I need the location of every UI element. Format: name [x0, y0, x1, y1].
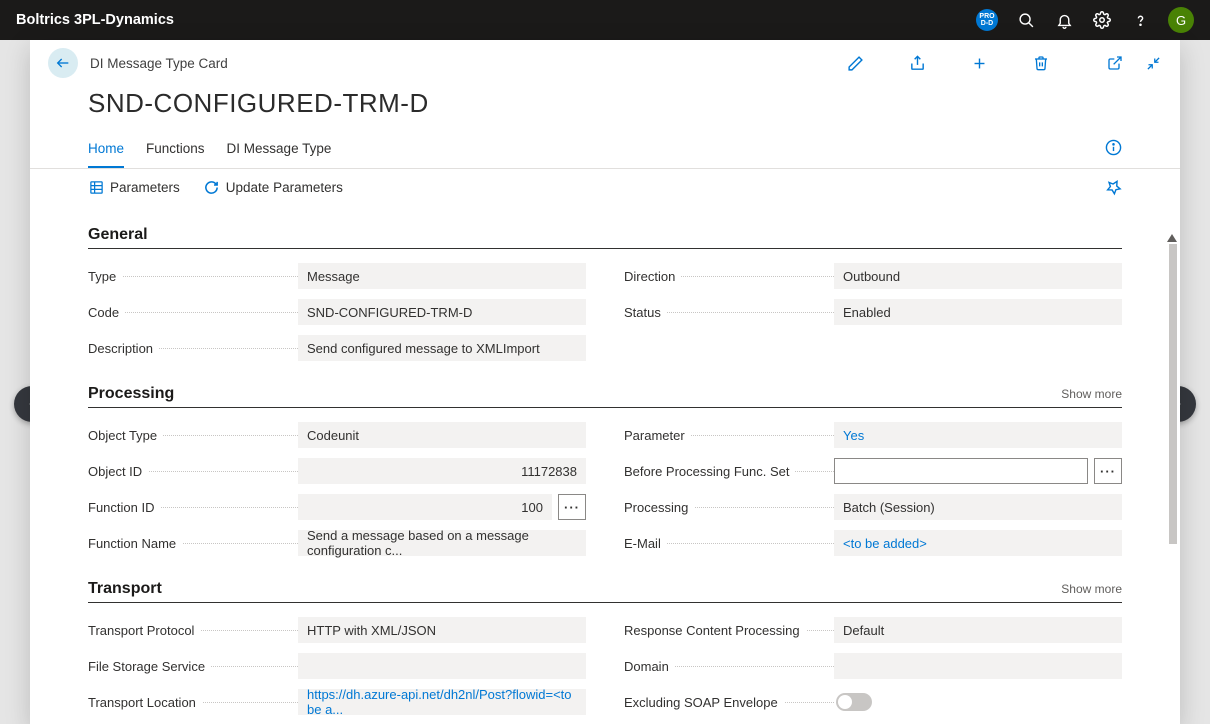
section-transport-header[interactable]: Transport Show more [88, 580, 1122, 603]
value-code[interactable]: SND-CONFIGURED-TRM-D [298, 299, 586, 325]
parameters-action[interactable]: Parameters [88, 180, 180, 196]
card-actions [846, 54, 1050, 72]
value-object-id[interactable]: 11172838 [298, 458, 586, 484]
section-general-fields: TypeMessage CodeSND-CONFIGURED-TRM-D Des… [88, 261, 1122, 363]
label-soap: Excluding SOAP Envelope [624, 695, 834, 710]
update-parameters-label: Update Parameters [226, 180, 343, 195]
tabs: Home Functions DI Message Type [88, 133, 331, 168]
stage: DI Message Type Card [0, 40, 1210, 724]
value-status[interactable]: Enabled [834, 299, 1122, 325]
value-description[interactable]: Send configured message to XMLImport [298, 335, 586, 361]
popout-icon[interactable] [1106, 54, 1124, 72]
label-before-proc: Before Processing Func. Set [624, 464, 834, 479]
refresh-icon [204, 180, 220, 196]
label-email: E-Mail [624, 536, 834, 551]
edit-icon[interactable] [846, 54, 864, 72]
section-processing-title: Processing [88, 385, 174, 403]
header-right-actions [1106, 54, 1162, 72]
value-before-proc[interactable] [834, 458, 1088, 484]
value-file-storage[interactable] [298, 653, 586, 679]
share-icon[interactable] [908, 54, 926, 72]
help-icon[interactable] [1130, 10, 1150, 30]
section-general-title: General [88, 226, 148, 244]
value-type[interactable]: Message [298, 263, 586, 289]
section-processing-header[interactable]: Processing Show more [88, 385, 1122, 408]
avatar[interactable]: G [1168, 7, 1194, 33]
pin-icon[interactable] [1105, 179, 1122, 196]
back-button[interactable] [48, 48, 78, 78]
tab-functions[interactable]: Functions [146, 133, 205, 168]
parameters-icon [88, 180, 104, 196]
pro-badge-line1: PRO [979, 13, 994, 20]
label-processing: Processing [624, 500, 834, 515]
label-transport-protocol: Transport Protocol [88, 623, 298, 638]
value-processing[interactable]: Batch (Session) [834, 494, 1122, 520]
section-transport-title: Transport [88, 580, 162, 598]
value-response-cp[interactable]: Default [834, 617, 1122, 643]
pro-badge-line2: D-D [981, 20, 993, 27]
parameters-label: Parameters [110, 180, 180, 195]
vertical-scrollbar[interactable] [1164, 40, 1180, 724]
label-transport-location: Transport Location [88, 695, 298, 710]
tabs-row: Home Functions DI Message Type [30, 133, 1180, 169]
action-strip: Parameters Update Parameters [30, 169, 1180, 204]
value-direction[interactable]: Outbound [834, 263, 1122, 289]
before-proc-lookup-button[interactable]: ··· [1094, 458, 1122, 484]
label-domain: Domain [624, 659, 834, 674]
value-function-id[interactable]: 100 [298, 494, 552, 520]
function-id-lookup-button[interactable]: ··· [558, 494, 586, 520]
label-function-id: Function ID [88, 500, 298, 515]
transport-show-more[interactable]: Show more [1061, 582, 1122, 596]
label-object-type: Object Type [88, 428, 298, 443]
label-description: Description [88, 341, 298, 356]
value-email[interactable]: <to be added> [834, 530, 1122, 556]
card-header: DI Message Type Card [30, 40, 1180, 78]
delete-icon[interactable] [1032, 54, 1050, 72]
toggle-soap[interactable] [836, 693, 872, 711]
topbar-right: PRO D-D G [976, 7, 1194, 33]
label-function-name: Function Name [88, 536, 298, 551]
app-title: Boltrics 3PL-Dynamics [16, 12, 174, 28]
scroll-up-arrow-icon[interactable] [1167, 234, 1177, 242]
label-object-id: Object ID [88, 464, 298, 479]
scroll-thumb[interactable] [1169, 244, 1177, 544]
label-direction: Direction [624, 269, 834, 284]
section-general-header[interactable]: General [88, 226, 1122, 249]
label-parameter: Parameter [624, 428, 834, 443]
value-function-name[interactable]: Send a message based on a message config… [298, 530, 586, 556]
value-transport-location[interactable]: https://dh.azure-api.net/dh2nl/Post?flow… [298, 689, 586, 715]
value-domain[interactable] [834, 653, 1122, 679]
value-transport-protocol[interactable]: HTTP with XML/JSON [298, 617, 586, 643]
value-parameter[interactable]: Yes [834, 422, 1122, 448]
top-bar: Boltrics 3PL-Dynamics PRO D-D G [0, 0, 1210, 40]
new-icon[interactable] [970, 54, 988, 72]
update-parameters-action[interactable]: Update Parameters [204, 180, 343, 196]
breadcrumb: DI Message Type Card [90, 56, 228, 71]
label-status: Status [624, 305, 834, 320]
label-type: Type [88, 269, 298, 284]
label-response-cp: Response Content Processing [624, 623, 834, 638]
search-icon[interactable] [1016, 10, 1036, 30]
processing-show-more[interactable]: Show more [1061, 387, 1122, 401]
pro-badge[interactable]: PRO D-D [976, 9, 998, 31]
info-icon[interactable] [1105, 139, 1122, 156]
content-area: General TypeMessage CodeSND-CONFIGURED-T… [30, 204, 1180, 724]
label-file-storage: File Storage Service [88, 659, 298, 674]
tab-home[interactable]: Home [88, 133, 124, 168]
value-object-type[interactable]: Codeunit [298, 422, 586, 448]
gear-icon[interactable] [1092, 10, 1112, 30]
tab-di-message-type[interactable]: DI Message Type [227, 133, 332, 168]
record-card: DI Message Type Card [30, 40, 1180, 724]
collapse-icon[interactable] [1144, 54, 1162, 72]
section-transport-fields: Transport ProtocolHTTP with XML/JSON Fil… [88, 615, 1122, 724]
bell-icon[interactable] [1054, 10, 1074, 30]
section-processing-fields: Object TypeCodeunit Object ID11172838 Fu… [88, 420, 1122, 558]
page-title: SND-CONFIGURED-TRM-D [30, 78, 1180, 133]
label-code: Code [88, 305, 298, 320]
